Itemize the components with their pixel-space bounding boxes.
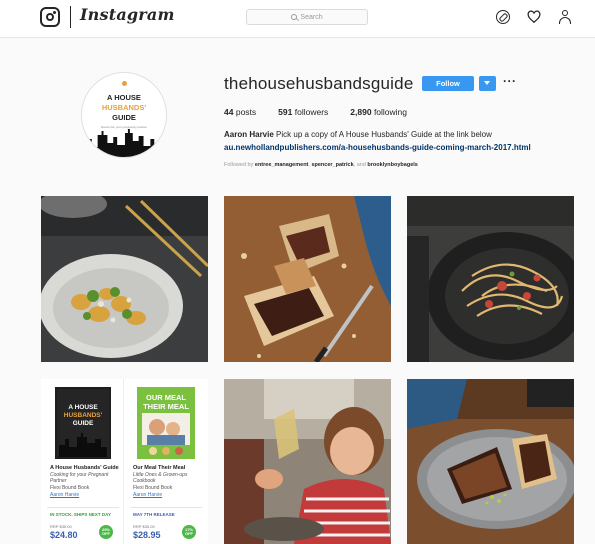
followed-by-user-1[interactable]: entree_management [255, 162, 309, 168]
book-cover-our-meal-their-meal[interactable]: OUR MEAL THEIR MEAL [137, 387, 195, 459]
bio-external-link[interactable]: au.newhollandpublishers.com/a-househusba… [224, 143, 531, 152]
more-options-button[interactable]: ··· [503, 74, 517, 88]
book-release-status: MAY 7TH RELEASE [133, 512, 175, 517]
book-author-link[interactable]: Aaron Harvie [50, 492, 79, 498]
book-format: Flexi Bound Book [133, 485, 173, 491]
book-rrp: RRP $35.00 [50, 524, 72, 529]
posts-stat: 44 posts [224, 107, 257, 117]
post-thumbnail-spaghetti[interactable] [407, 196, 574, 362]
book-format: Flexi Bound Book [50, 485, 90, 491]
followers-stat[interactable]: 591 followers [278, 107, 328, 117]
profile-icon[interactable] [558, 10, 572, 24]
book-separator [47, 507, 119, 508]
book-title[interactable]: Our Meal Their Meal [133, 465, 205, 472]
svg-text:GUIDE: GUIDE [73, 420, 94, 427]
profile-bio: Aaron Harvie Pick up a copy of A House H… [224, 130, 492, 139]
header-divider [70, 6, 71, 28]
heart-icon[interactable] [527, 10, 541, 24]
search-icon [291, 14, 298, 20]
avatar-skyline-graphic [82, 129, 166, 157]
profile-username: thehousehusbandsguide [224, 74, 414, 93]
book-cover-house-husbands[interactable]: A HOUSE HUSBANDS' GUIDE [55, 387, 111, 459]
suggested-dropdown-button[interactable] [479, 76, 496, 91]
top-navigation-bar: Instagram Search [0, 0, 595, 38]
svg-text:OUR MEAL: OUR MEAL [146, 393, 186, 402]
following-stat[interactable]: 2,890 following [350, 107, 407, 117]
book-author-link[interactable]: Aaron Harvie [133, 492, 162, 498]
search-placeholder: Search [300, 13, 323, 21]
svg-text:A HOUSE: A HOUSE [68, 404, 98, 411]
book-subtitle: Little Ones & Grown-ups Cookbook [133, 472, 188, 484]
post-thumbnail-pastry-plate[interactable] [407, 379, 574, 544]
bio-text: Pick up a copy of A House Husbands' Guid… [276, 130, 492, 139]
followed-by-user-2[interactable]: spencer_patrick [311, 162, 353, 168]
avatar-logo-dot [122, 81, 127, 86]
svg-text:THEIR MEAL: THEIR MEAL [143, 402, 189, 411]
followed-by-user-3[interactable]: brooklynboybagels [367, 162, 417, 168]
book-subtitle: Cooking for your Pregnant Partner [50, 472, 109, 484]
discount-badge: 29% OFF [99, 525, 113, 539]
book-title[interactable]: A House Husbands' Guide [50, 465, 122, 472]
avatar-text-line-1: A HOUSE [107, 93, 141, 102]
book-price: $28.95 [133, 530, 161, 540]
post-thumbnail-child-cooking[interactable] [224, 379, 391, 544]
bio-full-name: Aaron Harvie [224, 130, 274, 139]
avatar-text-line-3: GUIDE [112, 113, 136, 122]
book-stock-status: IN STOCK. SHIPS NEXT DAY [50, 512, 112, 517]
book-listing-1[interactable]: A HOUSE HUSBANDS' GUIDE A House Husbands… [41, 379, 124, 544]
book-price: $24.80 [50, 530, 78, 540]
profile-stats: 44 posts 591 followers 2,890 following [224, 107, 429, 117]
post-thumbnail-book-listing[interactable]: A HOUSE HUSBANDS' GUIDE A House Husbands… [41, 379, 208, 544]
avatar-text-line-2: HUSBANDS' [101, 103, 147, 112]
instagram-camera-icon[interactable] [40, 7, 60, 27]
profile-avatar[interactable]: A HOUSE HUSBANDS' GUIDE Dad-to-be: your … [81, 72, 167, 158]
instagram-wordmark[interactable]: Instagram [80, 5, 175, 24]
book-separator [130, 507, 202, 508]
follow-button[interactable]: Follow [422, 76, 474, 91]
svg-text:HUSBANDS': HUSBANDS' [64, 412, 103, 419]
discount-badge: 17% OFF [182, 525, 196, 539]
followed-by-text: Followed by entree_management, spencer_p… [224, 162, 418, 168]
compass-icon[interactable] [496, 10, 510, 24]
post-thumbnail-gnocchi[interactable] [41, 196, 208, 362]
post-thumbnail-pastry[interactable] [224, 196, 391, 362]
book-rrp: RRP $35.00 [133, 524, 155, 529]
search-input[interactable]: Search [246, 9, 368, 25]
book-listing-2[interactable]: OUR MEAL THEIR MEAL Our Meal Their Meal … [124, 379, 207, 544]
